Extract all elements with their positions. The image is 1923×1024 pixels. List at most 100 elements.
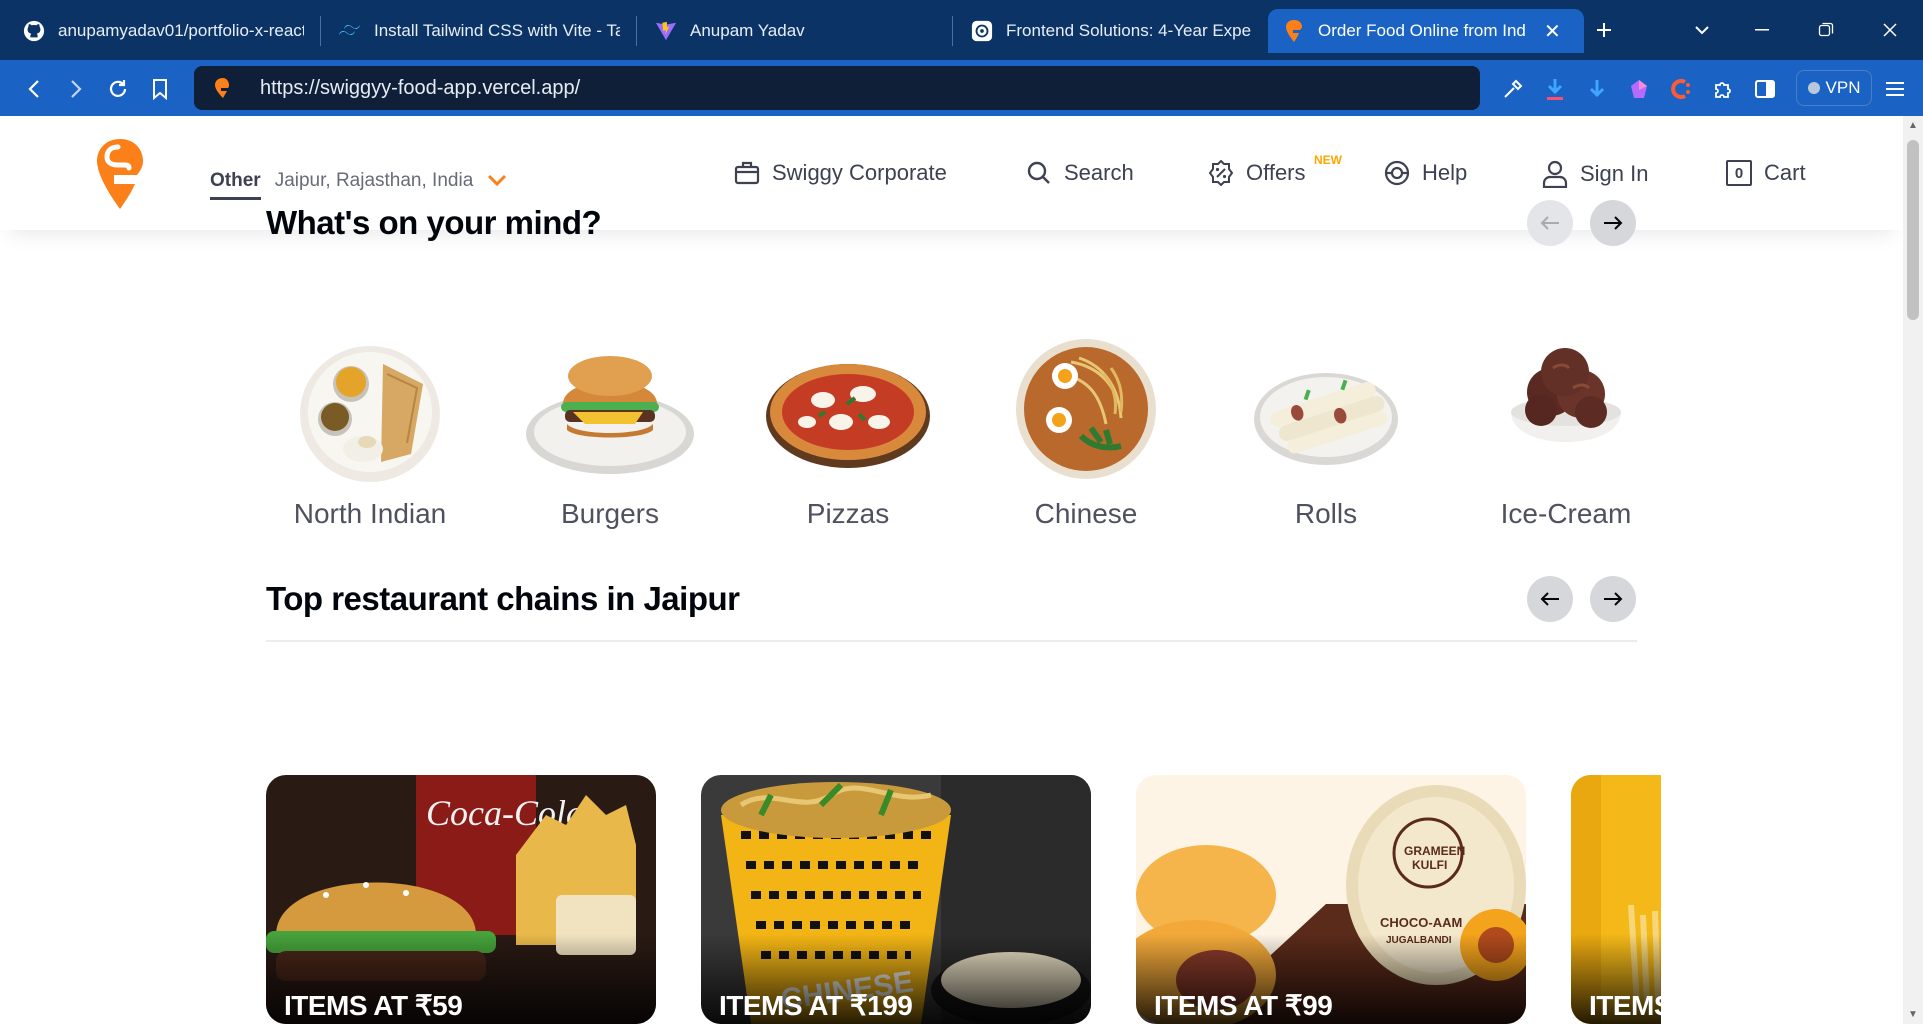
- restaurant-card[interactable]: CHINESE ITEMS AT ₹199: [701, 775, 1091, 1024]
- vpn-button[interactable]: VPN: [1796, 70, 1872, 106]
- mind-prev-button[interactable]: [1527, 200, 1573, 246]
- category-label: North Indian: [293, 498, 447, 529]
- search-icon: [1027, 161, 1050, 184]
- svg-text:GRAMEEN: GRAMEEN: [1404, 844, 1465, 858]
- section-divider: [266, 640, 1637, 642]
- nav-offers[interactable]: Offers: [1208, 160, 1306, 186]
- restaurant-card[interactable]: GRAMEEN KULFI CHOCO-AAM JUGALBANDI ITEMS…: [1136, 775, 1526, 1024]
- scroll-up-icon[interactable]: ▲: [1908, 120, 1918, 131]
- arrow-left-icon: [1540, 216, 1559, 230]
- minimize-icon[interactable]: [1742, 14, 1782, 46]
- scrollbar-thumb[interactable]: [1907, 140, 1919, 320]
- lifebuoy-icon: [1384, 160, 1410, 186]
- card-offer-text: ITEMS AT ₹59: [284, 990, 463, 1021]
- card-offer-text: ITEMS AT ₹199: [719, 990, 913, 1021]
- location-selector[interactable]: Other Jaipur, Rajasthan, India: [210, 162, 507, 200]
- chevron-down-icon: [488, 174, 507, 187]
- vite-icon: [654, 19, 678, 43]
- page-scrollbar[interactable]: ▲ ▼: [1903, 116, 1923, 1024]
- tab-title: Anupam Yadav: [690, 21, 805, 40]
- svg-text:KULFI: KULFI: [1412, 858, 1447, 872]
- close-window-icon[interactable]: [1870, 14, 1910, 46]
- nav-search[interactable]: Search: [1026, 160, 1134, 186]
- tailwind-icon: [338, 19, 362, 43]
- nav-label: Offers: [1246, 160, 1306, 185]
- offer-badge-icon: [1208, 160, 1234, 186]
- menu-icon[interactable]: [1878, 72, 1912, 106]
- github-icon: [22, 19, 46, 43]
- category-item[interactable]: Chinese: [986, 334, 1186, 530]
- category-label: Rolls: [1294, 498, 1358, 529]
- browser-tab[interactable]: Anupam Yadav: [640, 9, 950, 53]
- download-manager-icon[interactable]: [1538, 72, 1572, 106]
- new-badge: NEW: [1314, 153, 1342, 167]
- tab-title: Order Food Online from India': [1318, 21, 1526, 40]
- sidebar-icon[interactable]: [1748, 72, 1782, 106]
- openai-icon: [970, 19, 994, 43]
- scroll-down-icon[interactable]: ▼: [1908, 1009, 1918, 1020]
- close-tab-icon[interactable]: ✕: [1544, 19, 1561, 44]
- briefcase-icon: [734, 161, 760, 185]
- back-icon[interactable]: [16, 72, 52, 106]
- tab-separator: [320, 16, 321, 46]
- arrow-left-icon: [1540, 592, 1559, 606]
- chains-prev-button[interactable]: [1527, 576, 1573, 622]
- download-icon[interactable]: [1580, 72, 1614, 106]
- forward-icon[interactable]: [58, 72, 94, 106]
- location-label: Other: [210, 170, 261, 200]
- category-item[interactable]: Rolls: [1226, 334, 1426, 530]
- tab-title: Frontend Solutions: 4-Year Experien: [1006, 21, 1252, 40]
- tab-separator: [636, 16, 637, 46]
- cart-icon: 0: [1726, 160, 1752, 186]
- ice-cream-image: [1491, 334, 1641, 484]
- browser-tab[interactable]: anupamyadav01/portfolio-x-react: [8, 9, 318, 53]
- arrow-right-icon: [1604, 216, 1623, 230]
- north-indian-thali-image: [295, 334, 445, 484]
- eyedropper-icon[interactable]: [1496, 72, 1530, 106]
- nav-swiggy-corporate[interactable]: Swiggy Corporate: [734, 160, 947, 186]
- category-label: Pizzas: [806, 498, 890, 529]
- location-value: Jaipur, Rajasthan, India: [274, 170, 474, 191]
- svg-text:CHOCO-AAM: CHOCO-AAM: [1380, 915, 1462, 930]
- category-item[interactable]: Pizzas: [748, 334, 948, 530]
- category-label: Chinese: [1034, 498, 1138, 529]
- arrow-right-icon: [1604, 592, 1623, 606]
- address-bar[interactable]: https://swiggyy-food-app.vercel.app/: [194, 66, 1480, 110]
- tab-title: anupamyadav01/portfolio-x-react: [58, 21, 304, 40]
- new-tab-button[interactable]: [1584, 14, 1624, 46]
- bookmark-icon[interactable]: [142, 72, 178, 106]
- extension-gem-icon[interactable]: [1622, 72, 1656, 106]
- nav-help[interactable]: Help: [1384, 160, 1467, 186]
- chains-next-button[interactable]: [1590, 576, 1636, 622]
- restore-icon[interactable]: [1806, 14, 1846, 46]
- tab-separator: [952, 16, 953, 46]
- category-item[interactable]: Burgers: [510, 334, 710, 530]
- url-text: https://swiggyy-food-app.vercel.app/: [260, 76, 581, 99]
- tab-list-chevron-icon[interactable]: [1682, 14, 1722, 46]
- extension-colorpick-icon[interactable]: [1664, 72, 1698, 106]
- user-icon: [1542, 160, 1568, 188]
- nav-cart[interactable]: 0 Cart: [1726, 160, 1806, 186]
- cart-count: 0: [1734, 164, 1744, 182]
- nav-label: Search: [1064, 160, 1134, 185]
- nav-sign-in[interactable]: Sign In: [1542, 160, 1649, 188]
- extensions-puzzle-icon[interactable]: [1706, 72, 1740, 106]
- restaurant-card[interactable]: ITEMS: [1571, 775, 1661, 1024]
- nav-label: Help: [1422, 160, 1468, 185]
- category-item[interactable]: Ice-Cream: [1466, 334, 1666, 530]
- category-label: Burgers: [560, 498, 660, 529]
- browser-tab[interactable]: Install Tailwind CSS with Vite - Tailw: [324, 9, 634, 53]
- section-title-mind: What's on your mind?: [266, 204, 602, 241]
- vpn-label: VPN: [1825, 78, 1861, 97]
- category-item[interactable]: North Indian: [270, 334, 470, 530]
- browser-tab-active[interactable]: Order Food Online from India' ✕: [1268, 9, 1584, 53]
- reload-icon[interactable]: [100, 72, 136, 106]
- browser-tab[interactable]: Frontend Solutions: 4-Year Experien: [956, 9, 1266, 53]
- swiggy-logo[interactable]: [96, 138, 144, 210]
- site-shield-icon: [215, 78, 229, 98]
- mind-next-button[interactable]: [1590, 200, 1636, 246]
- section-title-chains: Top restaurant chains in Jaipur: [266, 580, 740, 617]
- restaurant-card[interactable]: Coca-Cola ITEMS AT ₹59: [266, 775, 656, 1024]
- card-offer-text: ITEMS: [1589, 990, 1661, 1021]
- vpn-status-icon: [1807, 82, 1820, 94]
